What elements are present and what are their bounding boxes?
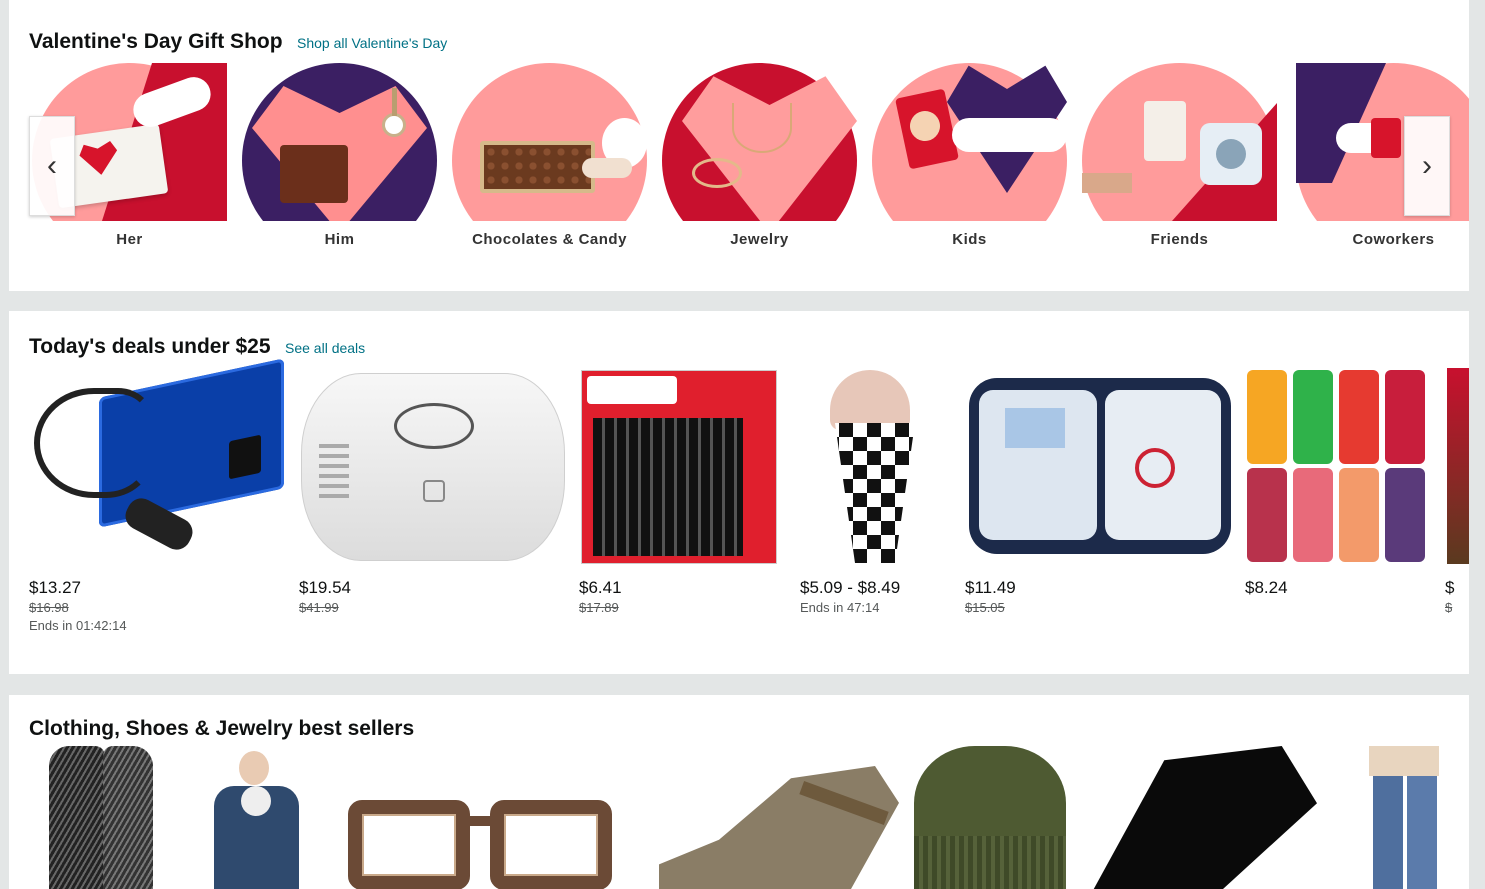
deal-price: $19.54 (299, 578, 351, 597)
category-label: Coworkers (1352, 231, 1435, 248)
best-seller-boots[interactable] (649, 746, 904, 889)
deal-image-scarf (800, 368, 950, 564)
kids-image (872, 63, 1067, 221)
deal-image-bubly (1245, 368, 1430, 564)
category-label: Her (116, 231, 143, 248)
chevron-right-icon: › (1422, 149, 1432, 182)
deal-old-price: $15.05 (965, 600, 1005, 615)
category-friends[interactable]: Friends (1082, 63, 1277, 253)
category-label: Chocolates & Candy (472, 231, 627, 248)
category-label: Him (324, 231, 355, 248)
deal-image-sharpie (579, 368, 779, 564)
valentine-title: Valentine's Day Gift Shop (29, 30, 283, 53)
carousel-prev-button[interactable]: ‹ (29, 116, 75, 216)
best-sellers-card: Clothing, Shoes & Jewelry best sellers (9, 695, 1469, 889)
category-jewelry[interactable]: Jewelry (662, 63, 857, 253)
chocolates-image (452, 63, 647, 221)
deal-old-price: $17.89 (579, 600, 619, 615)
best-seller-jeans[interactable] (1359, 746, 1449, 889)
deal-image-partial (1445, 368, 1469, 564)
category-him[interactable]: Him (242, 63, 437, 253)
see-all-deals-link[interactable]: See all deals (285, 340, 365, 356)
deal-image-co-alarm (299, 368, 567, 564)
him-image (242, 63, 437, 221)
deal-item[interactable]: $5.09 - $8.49 Ends in 47:14 (800, 368, 950, 628)
deal-item[interactable]: $ $ (1445, 368, 1469, 628)
category-kids[interactable]: Kids (872, 63, 1067, 253)
deal-old-price: $41.99 (299, 600, 339, 615)
best-seller-umbrella[interactable] (1082, 746, 1317, 889)
deal-ends: Ends in 47:14 (800, 600, 880, 615)
deal-price: $6.41 (579, 578, 622, 597)
best-seller-leggings[interactable] (29, 746, 169, 889)
best-seller-glasses[interactable] (344, 746, 619, 889)
deal-price: $11.49 (965, 578, 1016, 597)
deal-price: $8.24 (1245, 578, 1288, 597)
deal-ends: Ends in 01:42:14 (29, 618, 127, 633)
deal-item[interactable]: $6.41 $17.89 (579, 368, 779, 628)
deal-image-first-aid-kit (965, 368, 1233, 564)
deal-item[interactable]: $8.24 (1245, 368, 1430, 628)
deal-item[interactable]: $11.49 $15.05 (965, 368, 1233, 628)
deal-price: $13.27 (29, 578, 81, 597)
todays-deals-card: Today's deals under $25 See all deals $1… (9, 311, 1469, 674)
deal-old-price: $16.98 (29, 600, 69, 615)
category-label: Jewelry (730, 231, 789, 248)
carousel-next-button[interactable]: › (1404, 116, 1450, 216)
deal-image-inverter (29, 358, 284, 564)
deal-item[interactable]: $13.27 $16.98 Ends in 01:42:14 (29, 358, 284, 638)
deal-price: $5.09 - $8.49 (800, 578, 901, 597)
deals-title: Today's deals under $25 (29, 335, 271, 358)
category-label: Friends (1150, 231, 1209, 248)
friends-image (1082, 63, 1277, 221)
deal-price: $ (1445, 578, 1455, 597)
deal-old-price: $ (1445, 600, 1453, 615)
valentine-gift-shop-card: Valentine's Day Gift Shop Shop all Valen… (9, 6, 1469, 291)
best-seller-coat[interactable] (199, 746, 309, 889)
category-chocolates[interactable]: Chocolates & Candy (452, 63, 647, 253)
best-sellers-title: Clothing, Shoes & Jewelry best sellers (29, 717, 415, 740)
shop-all-valentines-link[interactable]: Shop all Valentine's Day (297, 35, 447, 51)
best-seller-beanie[interactable] (914, 746, 1066, 889)
chevron-left-icon: ‹ (47, 149, 57, 182)
category-label: Kids (952, 231, 987, 248)
deal-item[interactable]: $19.54 $41.99 (299, 368, 567, 628)
jewelry-image (662, 63, 857, 221)
